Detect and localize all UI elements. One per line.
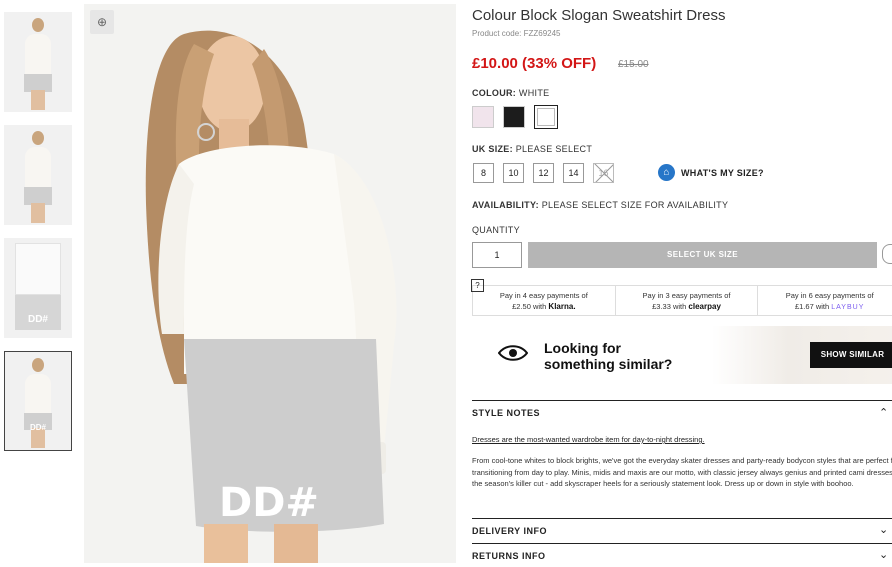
zoom-icon[interactable]: ⊕ xyxy=(90,10,114,34)
style-notes-lead: Dresses are the most-wanted wardrobe ite… xyxy=(472,435,705,444)
swatch-pink[interactable] xyxy=(472,106,494,128)
question-icon[interactable]: ? xyxy=(471,279,484,292)
product-title: Colour Block Slogan Sweatshirt Dress xyxy=(472,7,726,24)
dress-print: DD# xyxy=(27,314,49,325)
product-details: Colour Block Slogan Sweatshirt Dress Pro… xyxy=(471,0,892,567)
clearpay-logo: clearpay xyxy=(688,302,721,311)
size-14[interactable]: 14 xyxy=(563,163,584,183)
colour-label-row: COLOUR: WHITE xyxy=(472,88,549,98)
divider xyxy=(472,543,892,544)
swatch-black[interactable] xyxy=(503,106,525,128)
availability-value: PLEASE SELECT SIZE FOR AVAILABILITY xyxy=(541,200,729,210)
show-similar-button[interactable]: SHOW SIMILAR xyxy=(810,342,892,368)
clearpay-amount: £3.33 with xyxy=(652,302,687,311)
thumbnail-3[interactable]: DD# xyxy=(4,238,72,338)
thumbnail-list: DD# DD# xyxy=(4,12,72,464)
swatch-white[interactable] xyxy=(534,105,558,129)
quantity-input[interactable]: 1 xyxy=(472,242,522,268)
size-12[interactable]: 12 xyxy=(533,163,554,183)
style-notes-heading[interactable]: STYLE NOTES xyxy=(472,408,540,418)
hanger-icon: ⌂ xyxy=(658,164,675,181)
availability-label: AVAILABILITY: xyxy=(472,200,539,210)
model-head xyxy=(32,357,44,372)
colour-label: COLOUR: xyxy=(472,88,517,98)
dress-top xyxy=(25,373,51,417)
chevron-down-icon[interactable]: ⌄ xyxy=(879,548,888,561)
size-value: PLEASE SELECT xyxy=(515,144,593,154)
divider xyxy=(472,518,892,519)
laybuy-option[interactable]: Pay in 6 easy payments of £1.67 with LAY… xyxy=(758,286,892,315)
thumbnail-1[interactable] xyxy=(4,12,72,112)
dress-top xyxy=(15,243,61,295)
availability-row: AVAILABILITY: PLEASE SELECT SIZE FOR AVA… xyxy=(472,200,728,210)
klarna-amount: £2.50 with xyxy=(512,302,547,311)
payment-options: Pay in 4 easy payments of £2.50 with Kla… xyxy=(472,285,892,316)
style-notes-body: From cool-tone whites to block brights, … xyxy=(472,456,892,488)
laybuy-line1: Pay in 6 easy payments of xyxy=(785,291,874,300)
dress-top xyxy=(25,34,51,78)
dress-print: DD# xyxy=(219,480,319,526)
klarna-line1: Pay in 4 easy payments of xyxy=(499,291,588,300)
original-price: £15.00 xyxy=(618,59,649,70)
size-16: 16 xyxy=(593,163,614,183)
returns-info-heading[interactable]: RETURNS INFO xyxy=(472,551,546,561)
select-size-button[interactable]: SELECT UK SIZE xyxy=(528,242,877,268)
similar-line1: Looking for xyxy=(544,340,621,356)
chevron-up-icon[interactable]: ⌃ xyxy=(879,406,888,419)
sale-price: £10.00 (33% OFF) xyxy=(472,55,597,72)
looking-for-similar-banner: Looking for something similar? SHOW SIMI… xyxy=(472,326,892,384)
laybuy-amount: £1.67 with xyxy=(794,302,830,311)
product-code: Product code: FZZ69245 xyxy=(472,29,561,38)
similar-heading: Looking for something similar? xyxy=(544,340,672,372)
dress-top xyxy=(25,147,51,191)
clearpay-option[interactable]: Pay in 3 easy payments of £3.33 with cle… xyxy=(616,286,759,315)
colour-value: WHITE xyxy=(518,88,550,98)
size-label: UK SIZE: xyxy=(472,144,513,154)
thumbnail-4[interactable]: DD# xyxy=(4,351,72,451)
klarna-option[interactable]: Pay in 4 easy payments of £2.50 with Kla… xyxy=(473,286,616,315)
klarna-logo: Klarna. xyxy=(548,302,576,311)
clearpay-line1: Pay in 3 easy payments of xyxy=(642,291,731,300)
laybuy-logo: LAYBUY xyxy=(831,304,865,311)
similar-line2: something similar? xyxy=(544,356,673,372)
eye-icon xyxy=(498,345,528,361)
model-legs xyxy=(31,90,45,110)
size-options: 8 10 12 14 16 xyxy=(473,163,614,183)
whats-my-size-link[interactable]: ⌂ WHAT'S MY SIZE? xyxy=(658,164,764,181)
model-head xyxy=(32,18,44,32)
model-illustration: DD# xyxy=(145,30,397,563)
wishlist-heart-icon[interactable] xyxy=(882,244,892,264)
size-10[interactable]: 10 xyxy=(503,163,524,183)
divider xyxy=(472,400,892,401)
thumbnail-2[interactable] xyxy=(4,125,72,225)
dress-print: DD# xyxy=(29,422,47,432)
size-label-row: UK SIZE: PLEASE SELECT xyxy=(472,144,592,154)
chevron-down-icon[interactable]: ⌄ xyxy=(879,523,888,536)
model-legs xyxy=(31,203,45,223)
swatch-white-fill xyxy=(537,108,555,126)
model-head xyxy=(32,131,44,145)
whats-my-size-label: WHAT'S MY SIZE? xyxy=(681,167,764,178)
quantity-label: QUANTITY xyxy=(472,225,520,235)
size-8[interactable]: 8 xyxy=(473,163,494,183)
delivery-info-heading[interactable]: DELIVERY INFO xyxy=(472,526,547,536)
main-product-image[interactable]: DD# ⊕ xyxy=(84,4,456,563)
colour-swatches xyxy=(472,105,558,129)
